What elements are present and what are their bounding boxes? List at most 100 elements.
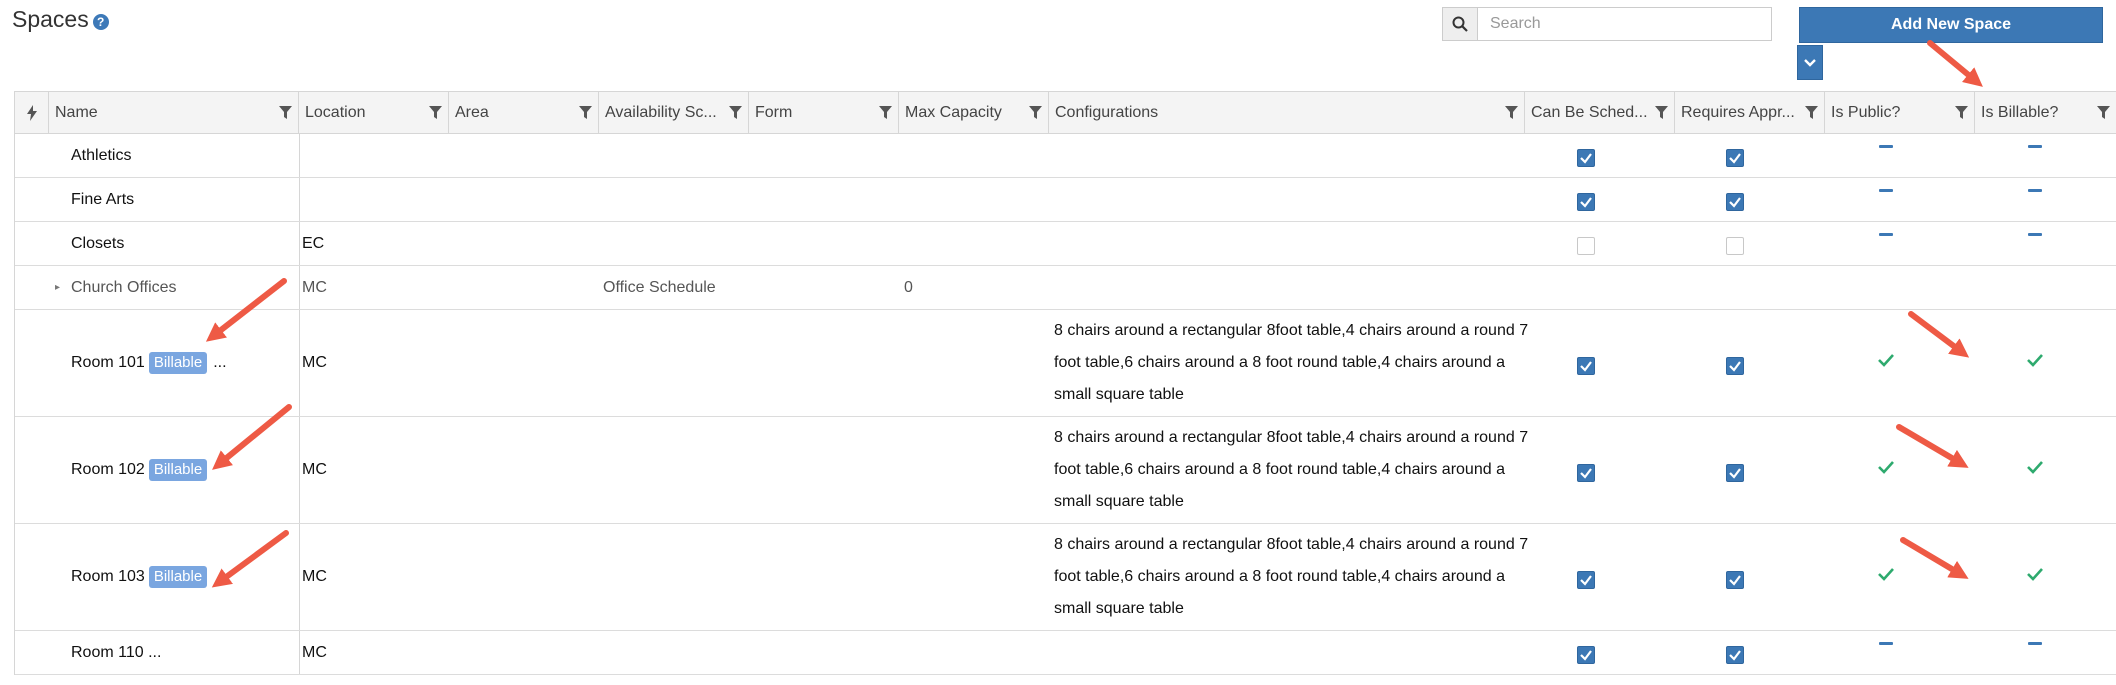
checkmark-icon (1729, 197, 1741, 208)
space-name[interactable]: Fine Arts (71, 191, 134, 209)
filter-icon[interactable] (2097, 106, 2110, 120)
configurations-cell: 8 chairs around a rectangular 8foot tabl… (1054, 429, 1529, 510)
column-header-label: Is Billable? (1981, 103, 2059, 121)
space-name-cell[interactable]: Athletics (71, 134, 131, 177)
column-header-max-capacity[interactable]: Max Capacity (899, 92, 1049, 133)
can-be-scheduled-checkbox[interactable] (1577, 193, 1595, 211)
space-name[interactable]: Room 103 (71, 568, 145, 586)
requires-approval-checkbox[interactable] (1726, 149, 1744, 167)
space-name-cell[interactable]: Room 102 Billable (71, 417, 208, 523)
is-billable-dash-icon (2028, 145, 2042, 148)
column-header-bulk[interactable] (15, 92, 49, 133)
can-be-scheduled-checkbox[interactable] (1577, 570, 1595, 589)
space-name-cell[interactable]: Fine Arts (71, 178, 134, 221)
bolt-icon[interactable] (26, 104, 37, 121)
requires-approval-checkbox[interactable] (1726, 356, 1744, 375)
search-icon (1452, 16, 1468, 32)
column-header-can-be-scheduled[interactable]: Can Be Sched... (1525, 92, 1675, 133)
column-header-is-public[interactable]: Is Public? (1825, 92, 1975, 133)
space-name-cell[interactable]: ▸ Church Offices (55, 266, 177, 309)
column-header-label: Area (455, 103, 489, 121)
add-options-dropdown-button[interactable] (1797, 45, 1823, 80)
space-name[interactable]: Athletics (71, 147, 131, 165)
space-name[interactable]: Room 101 (71, 354, 145, 372)
column-header-availability[interactable]: Availability Sc... (599, 92, 749, 133)
add-new-space-button[interactable]: Add New Space (1799, 7, 2103, 43)
row-divider (299, 310, 300, 416)
search-input[interactable] (1478, 7, 1772, 41)
table-row[interactable]: Fine Arts (15, 178, 2116, 222)
search-bar (1442, 7, 1772, 41)
configurations-cell (1054, 631, 1544, 674)
space-name[interactable]: Closets (71, 235, 124, 253)
table-row[interactable]: Room 103 Billable MC 8 chairs around a rect… (15, 524, 2116, 631)
table-row[interactable]: Closets EC (15, 222, 2116, 266)
location-cell: MC (302, 643, 327, 661)
column-header-area[interactable]: Area (449, 92, 599, 133)
column-header-location[interactable]: Location (299, 92, 449, 133)
can-be-scheduled-checkbox[interactable] (1577, 463, 1595, 482)
filter-icon[interactable] (1655, 106, 1668, 120)
space-name[interactable]: Room 102 (71, 461, 145, 479)
is-billable-check-icon (2027, 353, 2043, 367)
billable-badge: Billable (148, 459, 208, 481)
is-billable-dash-icon (2028, 642, 2042, 645)
table-row[interactable]: Room 102 Billable MC 8 chairs around a rect… (15, 417, 2116, 524)
filter-icon[interactable] (1805, 106, 1818, 120)
location-cell: MC (302, 278, 327, 296)
filter-icon[interactable] (1955, 106, 1968, 120)
space-name-cell[interactable]: Room 101 Billable... (71, 310, 227, 416)
table-row[interactable]: ▸ Church Offices MC Office Schedule 0 (15, 266, 2116, 310)
table-row[interactable]: Athletics (15, 134, 2116, 178)
configurations-cell: 8 chairs around a rectangular 8foot tabl… (1054, 536, 1529, 617)
column-header-form[interactable]: Form (749, 92, 899, 133)
filter-icon[interactable] (1029, 106, 1042, 120)
filter-icon[interactable] (279, 106, 292, 120)
table-row[interactable]: Room 110 ... MC (15, 631, 2116, 675)
space-name-cell[interactable]: Room 110 ... (71, 631, 161, 674)
arrow-is-billable-header (1927, 40, 1983, 87)
configurations-cell (1054, 222, 1544, 265)
filter-icon[interactable] (729, 106, 742, 120)
filter-icon[interactable] (879, 106, 892, 120)
column-header-label: Form (755, 103, 793, 121)
filter-icon[interactable] (579, 106, 592, 120)
expand-arrow-icon[interactable]: ▸ (55, 282, 60, 293)
checkmark-icon (1580, 360, 1592, 372)
can-be-scheduled-checkbox[interactable] (1577, 646, 1595, 664)
is-public-dash-icon (1879, 189, 1893, 192)
space-name-cell[interactable]: Closets (71, 222, 124, 265)
search-button[interactable] (1442, 7, 1478, 41)
column-header-label: Can Be Sched... (1531, 103, 1648, 121)
billable-badge: Billable (148, 566, 208, 588)
requires-approval-checkbox[interactable] (1726, 463, 1744, 482)
filter-icon[interactable] (429, 106, 442, 120)
requires-approval-checkbox[interactable] (1726, 193, 1744, 211)
configurations-cell (1054, 134, 1544, 177)
is-billable-dash-icon (2028, 233, 2042, 236)
space-name[interactable]: Room 110 ... (71, 644, 161, 662)
is-public-check-icon (1878, 353, 1894, 367)
requires-approval-checkbox[interactable] (1726, 237, 1744, 255)
can-be-scheduled-checkbox[interactable] (1577, 149, 1595, 167)
space-name-cell[interactable]: Room 103 Billable (71, 524, 208, 630)
column-header-name[interactable]: Name (49, 92, 299, 133)
max-capacity-cell: 0 (904, 278, 913, 296)
column-header-configurations[interactable]: Configurations (1049, 92, 1525, 133)
question-circle-icon[interactable]: ? (92, 13, 109, 30)
row-divider (299, 178, 300, 221)
requires-approval-checkbox[interactable] (1726, 646, 1744, 664)
row-divider (299, 524, 300, 630)
column-header-label: Availability Sc... (605, 103, 717, 121)
column-header-is-billable[interactable]: Is Billable? (1975, 92, 2116, 133)
can-be-scheduled-checkbox[interactable] (1577, 356, 1595, 375)
requires-approval-checkbox[interactable] (1726, 570, 1744, 589)
filter-icon[interactable] (1505, 106, 1518, 120)
can-be-scheduled-checkbox[interactable] (1577, 237, 1595, 255)
table-row[interactable]: Room 101 Billable... MC 8 chairs around a r… (15, 310, 2116, 417)
row-divider (299, 222, 300, 265)
is-billable-check-icon (2027, 460, 2043, 474)
space-name[interactable]: Church Offices (71, 279, 177, 297)
checkmark-icon (1580, 650, 1592, 661)
column-header-requires-approval[interactable]: Requires Appr... (1675, 92, 1825, 133)
